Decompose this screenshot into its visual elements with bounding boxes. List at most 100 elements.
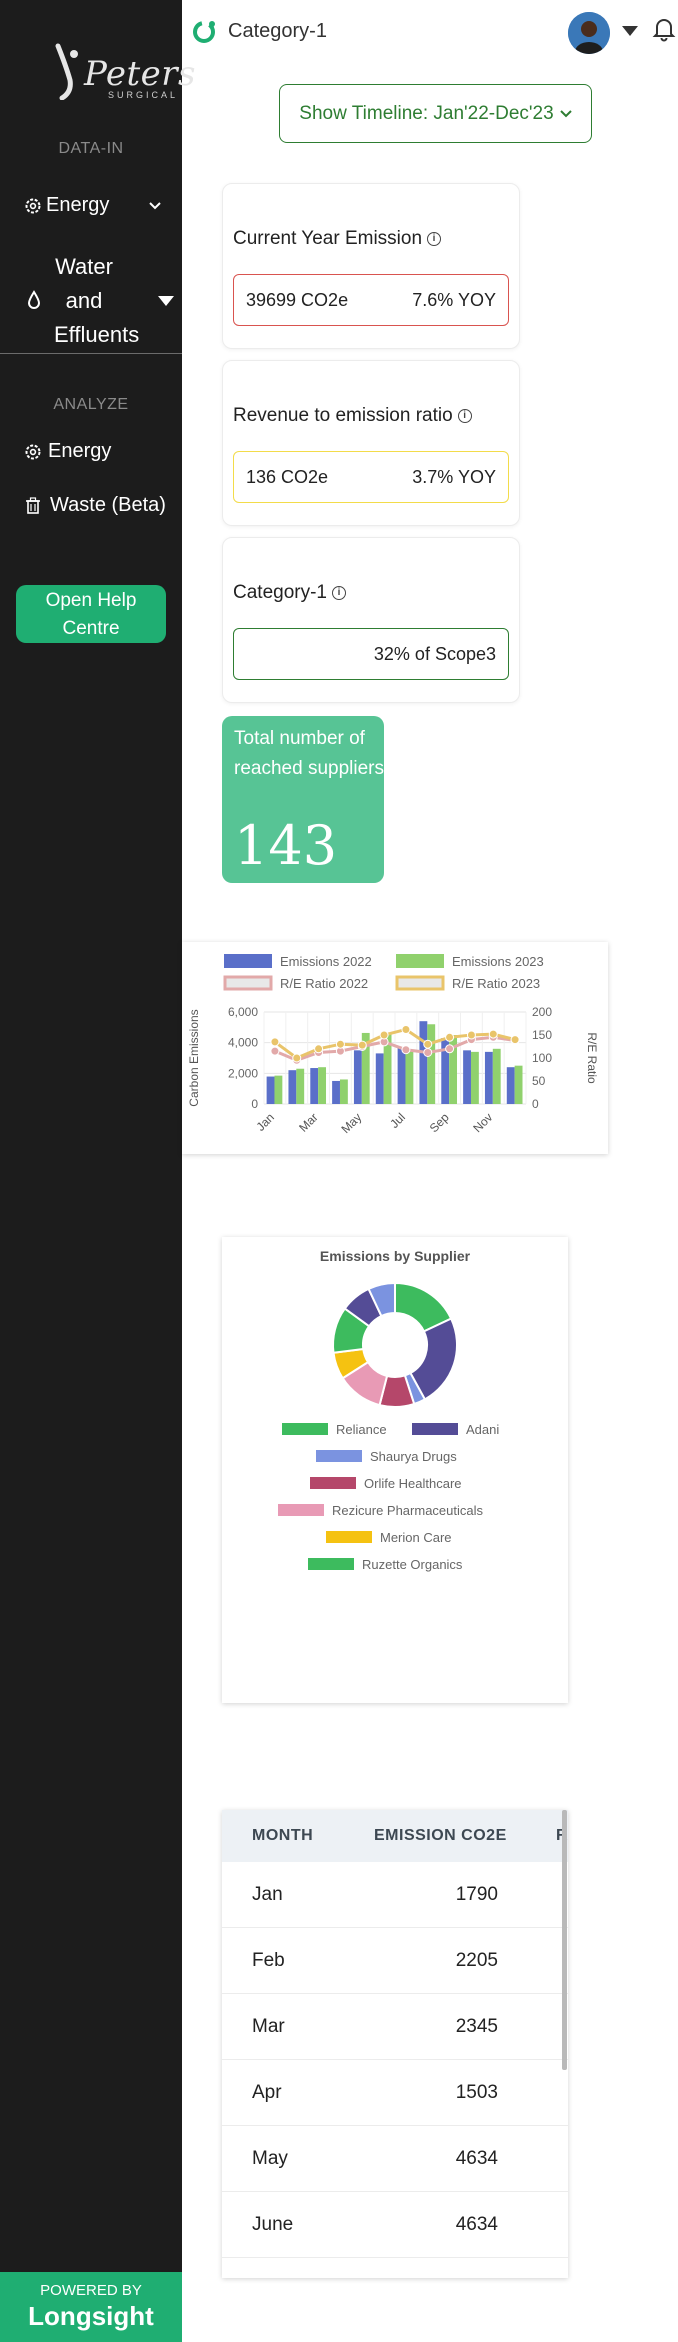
- y-tick-label: 0: [251, 1097, 258, 1111]
- cell-emission: 1790: [455, 1884, 498, 1905]
- bar: [310, 1068, 319, 1104]
- chevron-down-icon[interactable]: [148, 201, 162, 211]
- table-row[interactable]: Jan 1790: [222, 1862, 568, 1928]
- bar: [492, 1048, 501, 1104]
- avatar[interactable]: [568, 12, 610, 54]
- sidebar-item-waste[interactable]: Waste (Beta): [0, 494, 182, 517]
- user-avatar-icon: [568, 12, 610, 54]
- table-scrollbar[interactable]: [562, 1810, 567, 2070]
- line-point: [488, 1029, 498, 1039]
- y-tick-label: 2,000: [228, 1066, 258, 1080]
- powered-by-text: POWERED BY: [40, 2282, 142, 2299]
- powered-brand: Longsight: [28, 2301, 154, 2331]
- line-point: [335, 1039, 345, 1049]
- table-row[interactable]: Feb 2205: [222, 1928, 568, 1994]
- legend-swatch: [310, 1477, 356, 1489]
- metric-change: 7.6% YOY: [412, 289, 496, 310]
- y2-tick-label: 50: [532, 1074, 546, 1088]
- legend-label: Reliance: [336, 1422, 387, 1437]
- legend-swatch: [326, 1531, 372, 1543]
- page-title: Category-1: [228, 20, 327, 42]
- cell-emission: 4634: [455, 2214, 498, 2235]
- column-header-emission[interactable]: EMISSION CO2E: [374, 1827, 507, 1845]
- account-dropdown-icon[interactable]: [622, 26, 638, 36]
- category-icon: [193, 21, 215, 43]
- sidebar: Peters SURGICAL DATA-IN Energy Water and…: [0, 0, 195, 2342]
- category-share-card: Category-1 i 32% of Scope3: [222, 537, 520, 703]
- metric-box: 136 CO2e 3.7% YOY: [233, 451, 509, 503]
- caret-down-icon[interactable]: [158, 296, 174, 306]
- trash-icon: [22, 496, 44, 515]
- y2-tick-label: 150: [532, 1028, 552, 1042]
- table-row[interactable]: Mar 2345: [222, 1994, 568, 2060]
- card-title: Category-1 i: [233, 582, 346, 604]
- metric-value: 136 CO2e: [246, 466, 329, 487]
- powered-by-footer[interactable]: POWERED BY Longsight: [0, 2272, 182, 2342]
- legend-swatch: [308, 1558, 354, 1570]
- emissions-chart-card: 0 2,000 4,000 6,000 0 50 100 150 200 Carbon Emiss…: [182, 942, 608, 1154]
- cell-emission: 4634: [455, 2148, 498, 2169]
- x-tick-label: Nov: [470, 1110, 495, 1135]
- card-title: Revenue to emission ratio i: [233, 405, 472, 427]
- line-point: [292, 1053, 302, 1063]
- y2-tick-label: 200: [532, 1005, 552, 1019]
- bar: [288, 1070, 297, 1104]
- bar: [484, 1051, 493, 1104]
- column-header-month[interactable]: MONTH: [252, 1827, 313, 1845]
- line-point: [357, 1040, 367, 1050]
- bar: [470, 1051, 479, 1104]
- info-icon[interactable]: i: [332, 586, 346, 600]
- timeline-select[interactable]: Show Timeline: Jan'22-Dec'23: [279, 84, 592, 143]
- table-header: MONTH EMISSION CO2E R: [222, 1810, 568, 1862]
- legend-label: R/E Ratio 2022: [280, 976, 368, 991]
- table-row[interactable]: May 4634: [222, 2126, 568, 2192]
- legend-label: Adani: [466, 1422, 499, 1437]
- line-point: [314, 1044, 324, 1054]
- table-row[interactable]: June 4634: [222, 2192, 568, 2258]
- legend-swatch: [395, 975, 445, 991]
- sidebar-item-label: Waste (Beta): [50, 494, 166, 516]
- timeline-label: Show Timeline: Jan'22-Dec'23: [299, 102, 554, 124]
- bar: [332, 1080, 340, 1104]
- card-title: Current Year Emission i: [233, 228, 442, 250]
- metric-change: 3.7% YOY: [412, 466, 496, 487]
- card-title-text: Current Year Emission: [233, 228, 423, 249]
- bell-icon[interactable]: [652, 16, 676, 42]
- bar: [506, 1067, 515, 1104]
- sidebar-item-analyze-energy[interactable]: Energy: [0, 440, 182, 463]
- info-icon[interactable]: i: [427, 232, 442, 246]
- sidebar-item-label: Energy: [48, 440, 112, 462]
- cell-emission: 2345: [455, 2016, 498, 2037]
- metric-box: 32% of Scope3: [233, 628, 509, 680]
- legend-swatch: [224, 954, 272, 968]
- card-title-text: Category-1: [233, 582, 327, 603]
- bar: [318, 1067, 327, 1104]
- bar: [427, 1024, 436, 1104]
- bar: [266, 1076, 275, 1104]
- x-tick-label: Jan: [253, 1110, 277, 1134]
- table-row[interactable]: Apr 1503: [222, 2060, 568, 2126]
- line-point: [423, 1047, 433, 1057]
- logo-word: Peters: [84, 54, 196, 94]
- company-logo[interactable]: Peters SURGICAL: [32, 32, 195, 102]
- legend-label: Merion Care: [380, 1530, 452, 1545]
- info-icon[interactable]: i: [457, 409, 472, 423]
- line-point: [466, 1030, 476, 1040]
- sidebar-item-water[interactable]: Water and Effluents: [0, 250, 182, 354]
- sidebar-item-energy[interactable]: Energy: [0, 194, 182, 217]
- emissions-by-supplier-card: Emissions by Supplier Reliance Adani Shaury…: [222, 1237, 568, 1703]
- revenue-emission-ratio-card: Revenue to emission ratio i 136 CO2e 3.7…: [222, 360, 520, 526]
- x-tick-label: Sep: [427, 1110, 452, 1135]
- y2-axis-label: R/E Ratio: [585, 1032, 599, 1084]
- cell-month: June: [252, 2214, 294, 2235]
- bar: [419, 1021, 428, 1104]
- current-year-emission-card: Current Year Emission i 39699 CO2e 7.6% …: [222, 183, 520, 349]
- open-help-centre-button[interactable]: Open Help Centre: [16, 585, 166, 643]
- bar: [463, 1050, 471, 1104]
- legend-swatch: [412, 1423, 458, 1435]
- cell-month: Apr: [252, 2082, 282, 2103]
- bar: [339, 1079, 348, 1104]
- cell-month: Feb: [252, 1950, 285, 1971]
- cell-month: May: [252, 2148, 288, 2169]
- metric-change: 32% of Scope3: [373, 643, 496, 664]
